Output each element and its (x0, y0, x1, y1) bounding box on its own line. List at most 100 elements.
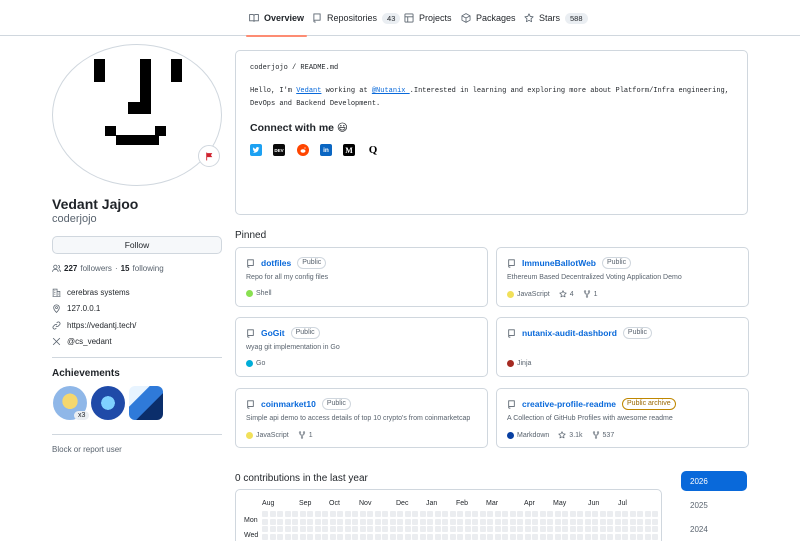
contribution-cell[interactable] (644, 518, 651, 525)
readme-file-link[interactable]: README.md (300, 64, 338, 72)
contribution-cell[interactable] (524, 533, 531, 540)
contribution-cell[interactable] (457, 526, 463, 532)
contribution-cell[interactable] (502, 511, 508, 517)
contribution-cell[interactable] (307, 518, 313, 525)
contribution-cell[interactable] (637, 511, 643, 517)
contribution-cell[interactable] (262, 518, 268, 525)
contribution-cell[interactable] (284, 511, 291, 517)
contribution-cell[interactable] (434, 511, 441, 517)
contribution-cell[interactable] (509, 518, 516, 525)
contribution-cell[interactable] (464, 533, 471, 540)
contribution-cell[interactable] (584, 518, 591, 525)
contribution-cell[interactable] (554, 526, 561, 532)
contribution-cell[interactable] (509, 526, 516, 532)
contribution-cell[interactable] (269, 526, 276, 532)
contribution-cell[interactable] (442, 526, 448, 532)
contribution-cell[interactable] (299, 533, 306, 540)
contribution-cell[interactable] (367, 533, 373, 540)
contribution-cell[interactable] (584, 511, 591, 517)
contribution-cell[interactable] (397, 518, 403, 525)
repo-link[interactable]: dotfiles (261, 258, 291, 268)
contribution-cell[interactable] (419, 511, 426, 517)
contribution-cell[interactable] (367, 526, 373, 532)
contribution-cell[interactable] (292, 526, 298, 532)
contribution-cell[interactable] (562, 511, 568, 517)
contribution-cell[interactable] (577, 533, 583, 540)
contribution-cell[interactable] (389, 511, 396, 517)
contribution-cell[interactable] (457, 533, 463, 540)
contribution-cell[interactable] (524, 511, 531, 517)
contribution-cell[interactable] (314, 511, 321, 517)
contribution-cell[interactable] (599, 518, 606, 525)
contribution-cell[interactable] (622, 533, 628, 540)
contribution-cell[interactable] (629, 518, 636, 525)
starstruck-badge[interactable] (129, 386, 163, 420)
contribution-cell[interactable] (262, 533, 268, 540)
contribution-cell[interactable] (344, 533, 351, 540)
contribution-cell[interactable] (277, 518, 283, 525)
contribution-cell[interactable] (367, 511, 373, 517)
contribution-cell[interactable] (359, 526, 366, 532)
repo-link[interactable]: nutanix-audit-dashbord (522, 328, 617, 338)
contribution-cell[interactable] (464, 518, 471, 525)
contribution-cell[interactable] (569, 518, 576, 525)
contribution-cell[interactable] (434, 518, 441, 525)
contribution-cell[interactable] (359, 511, 366, 517)
contribution-cell[interactable] (337, 533, 343, 540)
contribution-cell[interactable] (509, 533, 516, 540)
contribution-cell[interactable] (352, 518, 358, 525)
contribution-cell[interactable] (262, 526, 268, 532)
contribution-cell[interactable] (629, 533, 636, 540)
contribution-cell[interactable] (442, 511, 448, 517)
contribution-cell[interactable] (344, 518, 351, 525)
contribution-cell[interactable] (337, 518, 343, 525)
contribution-cell[interactable] (344, 511, 351, 517)
block-report-link[interactable]: Block or report user (52, 445, 122, 454)
contribution-cell[interactable] (329, 518, 336, 525)
contribution-cell[interactable] (487, 518, 493, 525)
vedant-link[interactable]: Vedant (296, 87, 321, 95)
followers-count[interactable]: 227 (64, 264, 77, 273)
twitter-link[interactable]: @cs_vedant (67, 337, 112, 346)
contribution-cell[interactable] (599, 526, 606, 532)
contribution-cell[interactable] (532, 533, 538, 540)
contribution-cell[interactable] (599, 533, 606, 540)
contribution-cell[interactable] (517, 533, 523, 540)
contribution-cell[interactable] (292, 511, 298, 517)
repo-link[interactable]: coinmarket10 (261, 399, 316, 409)
quora-icon[interactable]: Q (367, 144, 379, 156)
contribution-cell[interactable] (607, 533, 613, 540)
contribution-cell[interactable] (269, 518, 276, 525)
readme-user-link[interactable]: coderjojo (250, 64, 288, 72)
contribution-cell[interactable] (592, 511, 598, 517)
contribution-cell[interactable] (329, 511, 336, 517)
contribution-cell[interactable] (472, 533, 478, 540)
contribution-cell[interactable] (554, 511, 561, 517)
contribution-cell[interactable] (449, 518, 456, 525)
contribution-cell[interactable] (614, 526, 621, 532)
contribution-cell[interactable] (562, 526, 568, 532)
contribution-cell[interactable] (644, 533, 651, 540)
contribution-cell[interactable] (307, 511, 313, 517)
contribution-cell[interactable] (479, 511, 486, 517)
contribution-cell[interactable] (562, 533, 568, 540)
reddit-icon[interactable] (297, 144, 309, 156)
contribution-cell[interactable] (307, 526, 313, 532)
contribution-cell[interactable] (517, 526, 523, 532)
contribution-cell[interactable] (352, 526, 358, 532)
contribution-cell[interactable] (427, 533, 433, 540)
contribution-cell[interactable] (472, 518, 478, 525)
repo-stars[interactable]: 3.1k (558, 431, 583, 439)
contribution-cell[interactable] (607, 511, 613, 517)
twitter-icon[interactable] (250, 144, 262, 156)
contribution-cell[interactable] (584, 533, 591, 540)
tab-stars[interactable]: Stars 588 (524, 0, 588, 36)
contribution-cell[interactable] (292, 518, 298, 525)
contribution-cell[interactable] (374, 518, 381, 525)
repo-stars[interactable]: 4 (559, 290, 574, 298)
contribution-cell[interactable] (307, 533, 313, 540)
contribution-cell[interactable] (652, 518, 658, 525)
contribution-cell[interactable] (502, 533, 508, 540)
flag-icon[interactable] (198, 145, 220, 167)
repo-link[interactable]: ImmuneBallotWeb (522, 258, 596, 268)
